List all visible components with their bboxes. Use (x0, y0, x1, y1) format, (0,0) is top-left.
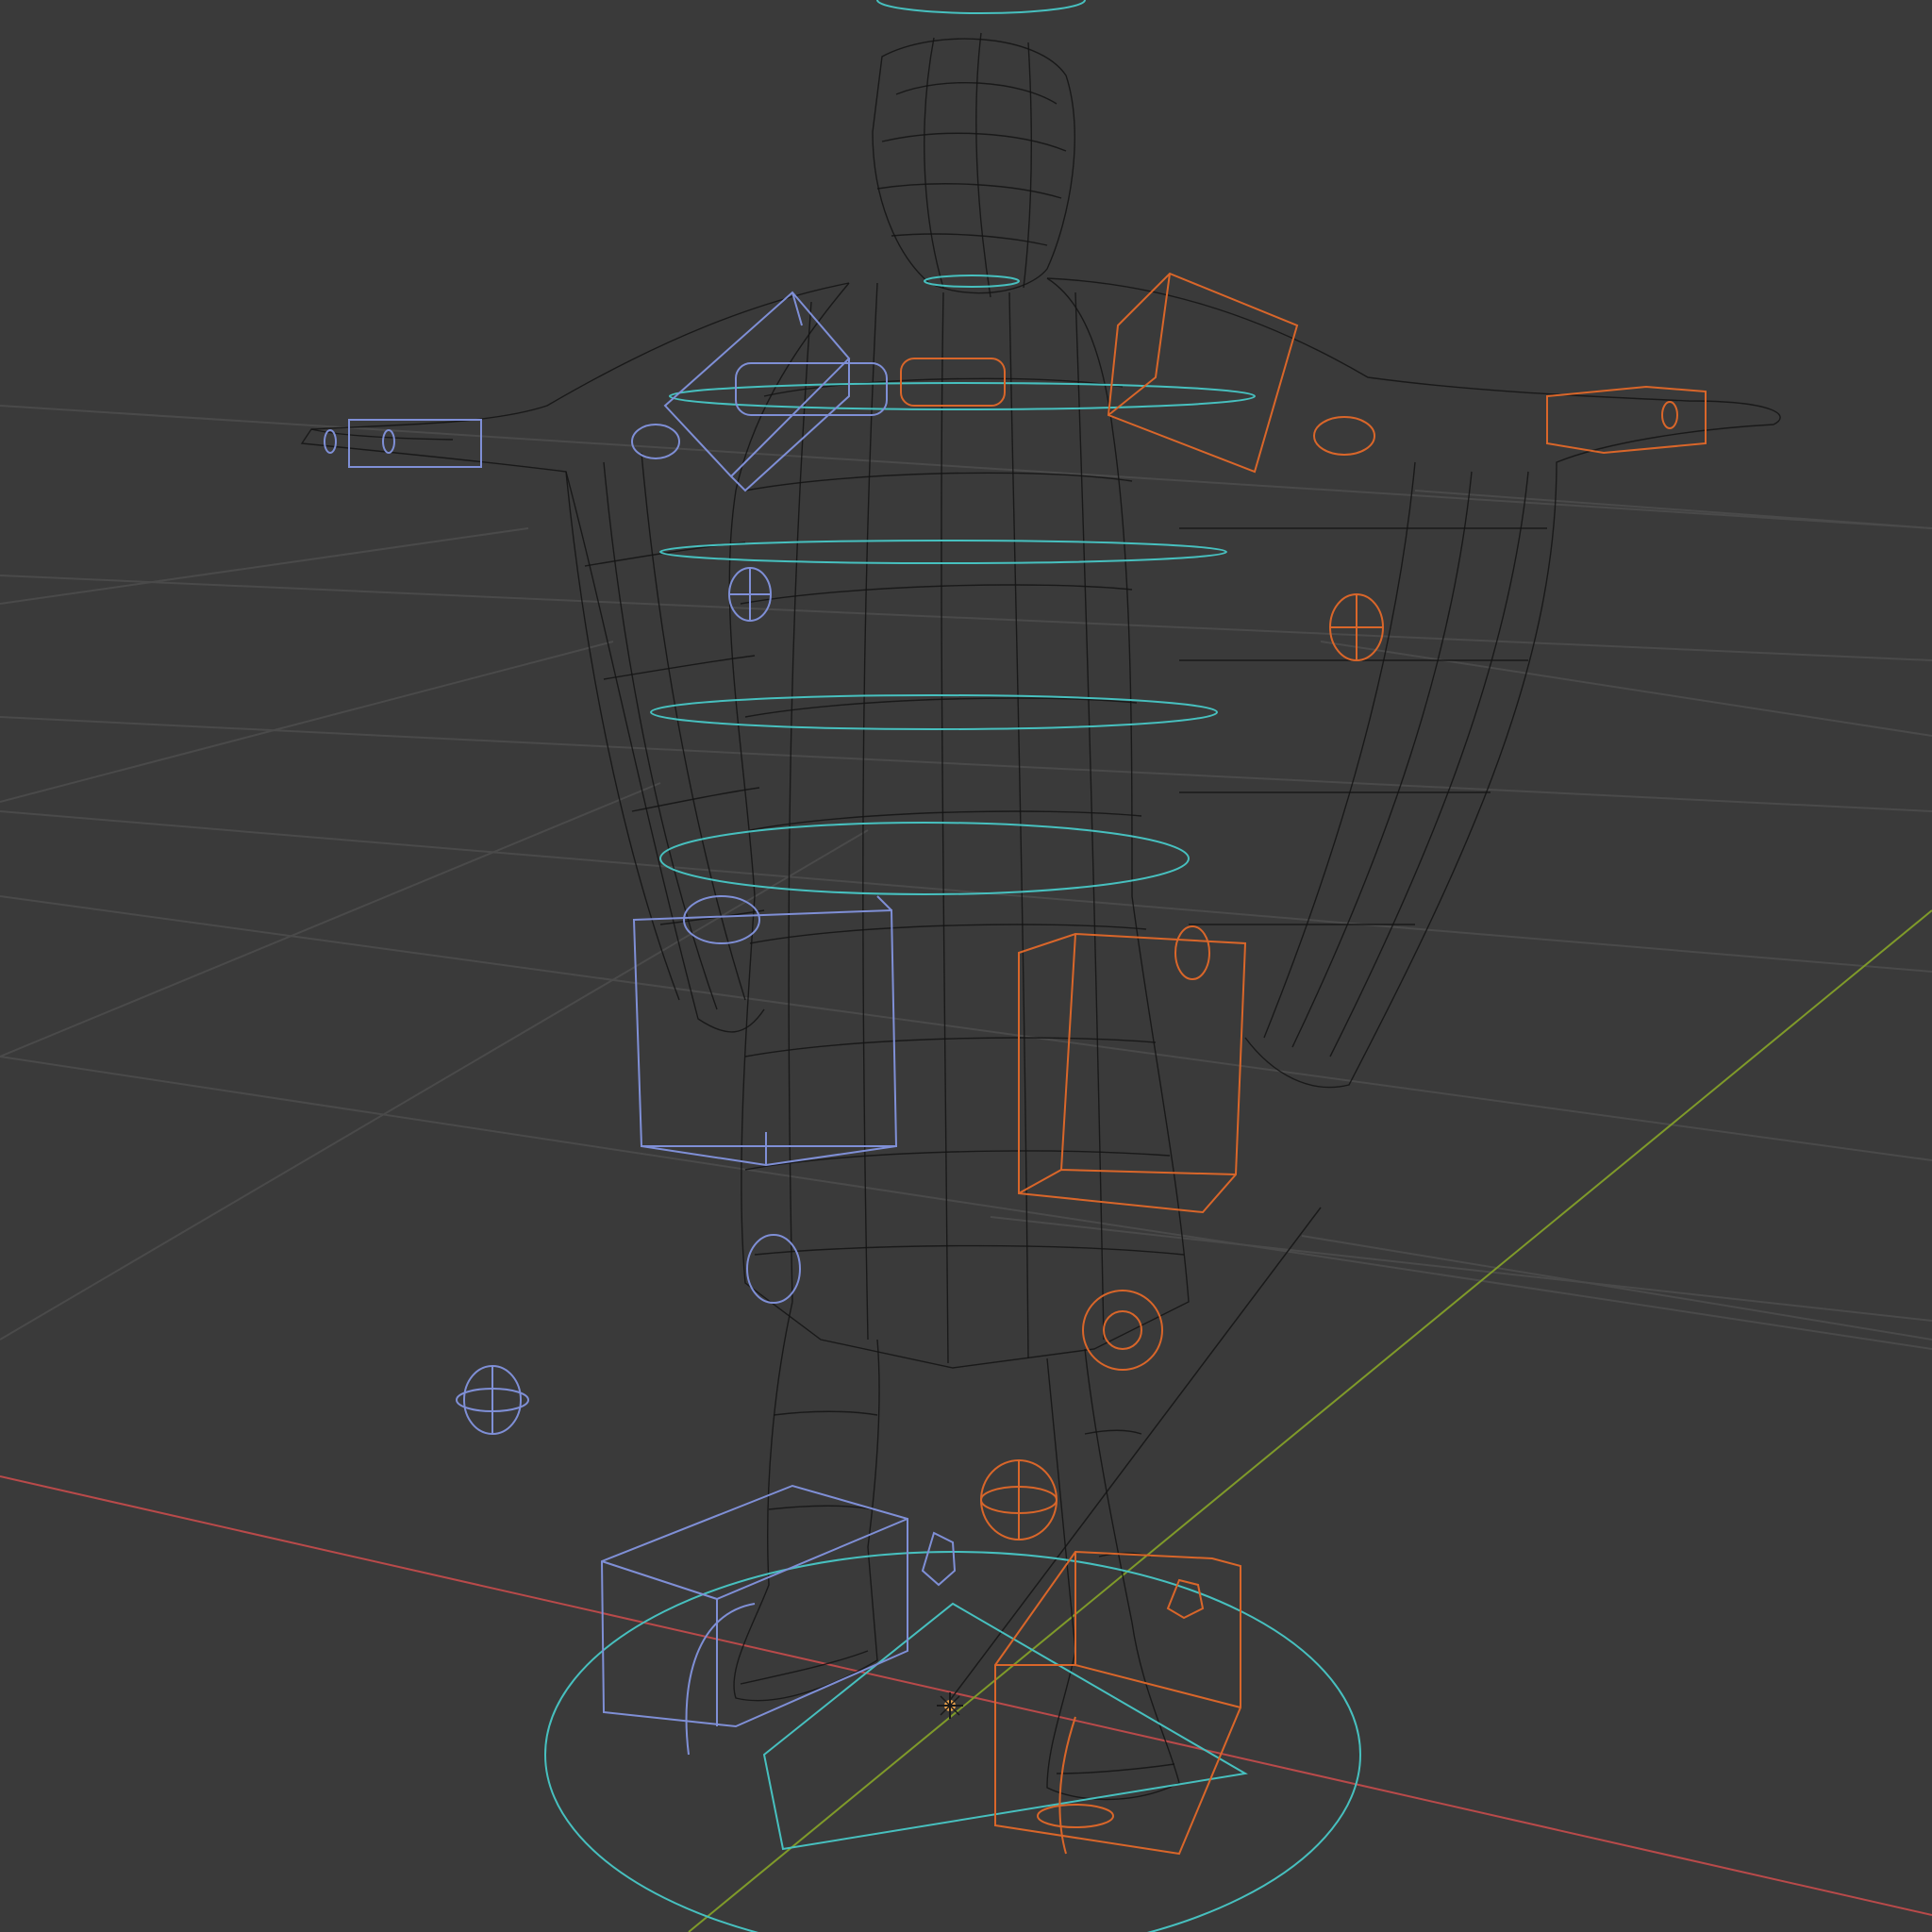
upper-arm-right-control[interactable] (900, 358, 1006, 407)
elbow-right-control[interactable] (1313, 416, 1375, 456)
heel-left-control[interactable] (921, 1531, 957, 1587)
heel-right-control[interactable] (1037, 1804, 1114, 1828)
root-control[interactable] (544, 1551, 1361, 1932)
foot-left-roll-control[interactable] (685, 1603, 756, 1756)
viewport-scene[interactable] (0, 0, 1932, 1932)
knee-right-control[interactable] (1082, 1290, 1163, 1371)
x-axis-line (0, 1475, 1932, 1916)
toe-right-control[interactable] (1166, 1578, 1205, 1620)
foot-right-roll-control[interactable] (1058, 1716, 1076, 1855)
thigh-right-control[interactable] (1018, 932, 1247, 1214)
foot-left-control[interactable] (600, 1484, 908, 1728)
3d-viewport[interactable] (0, 0, 1932, 1932)
spine-lower-control[interactable] (650, 694, 1218, 730)
floor-grid (0, 405, 1932, 1350)
neck-control[interactable] (924, 275, 1020, 288)
sleeve-left-target-icon[interactable] (728, 567, 772, 622)
thigh-left-control[interactable] (632, 895, 898, 1167)
elbow-left-control[interactable] (631, 424, 680, 459)
view-reference-line (947, 1207, 1322, 1704)
root-direction-control[interactable] (762, 1602, 1248, 1851)
sleeve-right-target-icon[interactable] (1329, 593, 1384, 661)
hip-right-control[interactable] (1174, 925, 1210, 980)
robed-figure-mesh[interactable] (300, 32, 1781, 1801)
hand-left-rotate[interactable] (382, 429, 395, 454)
hips-control[interactable] (659, 822, 1190, 895)
hand-left-rotate-2[interactable] (324, 429, 337, 454)
spine-upper-control[interactable] (659, 540, 1227, 564)
left-controls[interactable] (324, 291, 957, 1756)
world-origin-icon[interactable] (937, 1692, 963, 1719)
pole-right-target-icon[interactable] (980, 1459, 1058, 1541)
head-top-control[interactable] (876, 0, 1086, 14)
hand-right-rotate[interactable] (1661, 401, 1678, 429)
pole-left-target-icon[interactable] (456, 1365, 529, 1435)
right-controls[interactable] (900, 272, 1707, 1856)
shoulder-right-control[interactable] (1107, 272, 1299, 474)
y-axis-line (688, 909, 1932, 1932)
